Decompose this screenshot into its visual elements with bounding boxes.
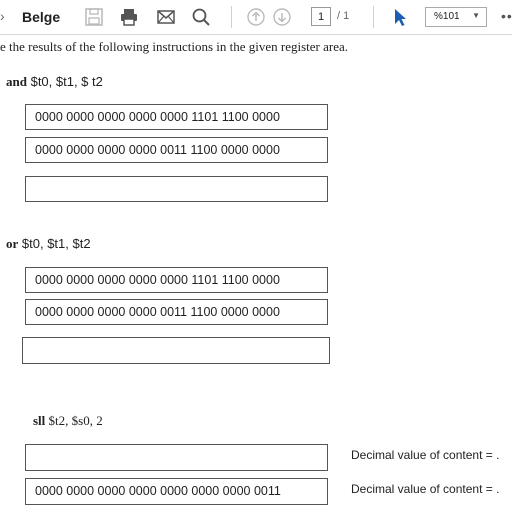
mail-icon[interactable]: [156, 7, 176, 27]
register-box: 0000 0000 0000 0000 0000 0000 0000 0011: [25, 478, 328, 505]
instruction-keyword: or: [6, 236, 19, 251]
page-up-icon[interactable]: [246, 7, 266, 27]
decimal-value-label: Decimal value of content = .: [351, 482, 500, 496]
instruction-operands: $t2, $s0, 2: [48, 413, 103, 428]
result-register-box[interactable]: [25, 176, 328, 202]
chevron-down-icon: ▼: [472, 11, 480, 20]
document-page: e the results of the following instructi…: [0, 34, 512, 512]
more-tools-icon[interactable]: ••: [501, 8, 512, 24]
zoom-select[interactable]: %101 ▼: [425, 7, 487, 27]
instruction-operands: $t0, $t1, $t2: [21, 236, 91, 251]
register-box: 0000 0000 0000 0000 0011 1100 0000 0000: [25, 299, 328, 325]
zoom-value: %101: [434, 11, 460, 22]
toolbar-separator: [373, 6, 374, 28]
register-box: 0000 0000 0000 0000 0000 1101 1100 0000: [25, 104, 328, 130]
page-total: / 1: [337, 10, 350, 22]
page-number-input[interactable]: 1: [311, 7, 331, 26]
document-title[interactable]: Belge: [22, 9, 60, 25]
result-register-box[interactable]: [22, 337, 330, 364]
instruction-or: or $t0, $t1, $t2: [6, 236, 91, 252]
save-icon[interactable]: [84, 7, 104, 27]
instruction-sll: sll $t2, $s0, 2: [33, 413, 103, 429]
register-box: 0000 0000 0000 0000 0011 1100 0000 0000: [25, 137, 328, 163]
select-cursor-icon[interactable]: [390, 7, 410, 27]
register-box: 0000 0000 0000 0000 0000 1101 1100 0000: [25, 267, 328, 293]
result-register-box[interactable]: [25, 444, 328, 471]
instruction-operands: $t0, $t1, $ t2: [30, 74, 103, 89]
instruction-and: and $t0, $t1, $ t2: [6, 74, 103, 90]
instruction-keyword: sll: [33, 413, 46, 428]
page-down-icon[interactable]: [272, 7, 292, 27]
print-icon[interactable]: [119, 7, 139, 27]
instruction-text: e the results of the following instructi…: [0, 39, 349, 54]
tab-caret[interactable]: ›: [0, 8, 5, 24]
search-icon[interactable]: [191, 7, 211, 27]
toolbar: › Belge 1 / 1 %101 ▼ ••: [0, 0, 512, 35]
decimal-value-label: Decimal value of content = .: [351, 448, 500, 462]
instruction-keyword: and: [6, 74, 27, 89]
toolbar-separator: [231, 6, 232, 28]
